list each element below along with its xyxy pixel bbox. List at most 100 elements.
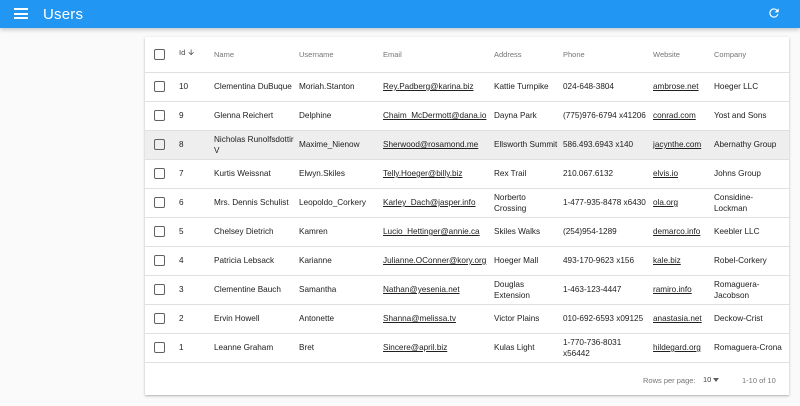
row-select-cell (145, 217, 179, 247)
cell-website: conrad.com (653, 101, 714, 131)
select-all-cell (145, 37, 179, 73)
cell-name: Mrs. Dennis Schulist (214, 188, 299, 218)
select-all-checkbox[interactable] (154, 48, 165, 60)
cell-company: Yost and Sons (714, 101, 789, 131)
cell-website: demarco.info (653, 217, 714, 247)
cell-phone: 493-170-9623 x156 (563, 246, 653, 276)
cell-company: Hoeger LLC (714, 72, 789, 102)
cell-email: Rey.Padberg@karina.biz (383, 72, 494, 102)
row-checkbox[interactable] (154, 313, 165, 325)
website-link[interactable]: elvis.io (653, 169, 678, 178)
cell-id: 7 (179, 159, 214, 189)
cell-username: Elwyn.Skiles (299, 159, 383, 189)
row-checkbox[interactable] (154, 226, 165, 238)
email-link[interactable]: Rey.Padberg@karina.biz (383, 82, 474, 91)
row-select-cell (145, 304, 179, 334)
email-link[interactable]: Lucio_Hettinger@annie.ca (383, 227, 480, 236)
website-link[interactable]: hildegard.org (653, 343, 701, 352)
cell-id: 10 (179, 72, 214, 102)
email-link[interactable]: Julianne.OConner@kory.org (383, 256, 486, 265)
email-link[interactable]: Nathan@yesenia.net (383, 285, 460, 294)
column-header-address[interactable]: Address (494, 37, 563, 73)
cell-id: 4 (179, 246, 214, 276)
cell-email: Chaim_McDermott@dana.io (383, 101, 494, 131)
cell-website: anastasia.net (653, 304, 714, 334)
cell-website: ola.org (653, 188, 714, 218)
cell-company: Robel-Corkery (714, 246, 789, 276)
website-link[interactable]: ola.org (653, 198, 678, 207)
row-checkbox[interactable] (154, 110, 165, 122)
column-header-username[interactable]: Username (299, 37, 383, 73)
table-row[interactable]: 1 Leanne Graham Bret Sincere@april.biz Kulas… (145, 333, 789, 363)
cell-id: 9 (179, 101, 214, 131)
app-bar: Users (0, 0, 800, 28)
email-link[interactable]: Chaim_McDermott@dana.io (383, 111, 486, 120)
cell-name: Ervin Howell (214, 304, 299, 334)
table-row[interactable]: 2 Ervin Howell Antonette Shanna@melissa.tv V… (145, 304, 789, 334)
cell-username: Leopoldo_Corkery (299, 188, 383, 218)
column-header-website[interactable]: Website (653, 37, 714, 73)
cell-phone: 1-477-935-8478 x6430 (563, 188, 653, 218)
cell-email: Karley_Dach@jasper.info (383, 188, 494, 218)
website-link[interactable]: ramiro.info (653, 285, 692, 294)
table-row[interactable]: 8 Nicholas Runolfsdottir V Maxime_Nienow Sh… (145, 130, 789, 160)
cell-address: Kulas Light (494, 333, 563, 363)
cell-address: Hoeger Mall (494, 246, 563, 276)
cell-phone: (254)954-1289 (563, 217, 653, 247)
cell-address: Skiles Walks (494, 217, 563, 247)
row-checkbox[interactable] (154, 342, 165, 354)
cell-phone: 1-463-123-4447 (563, 275, 653, 305)
column-header-id[interactable]: Id 🡫 (179, 37, 214, 73)
cell-website: jacynthe.com (653, 130, 714, 160)
column-header-phone[interactable]: Phone (563, 37, 653, 73)
column-header-email[interactable]: Email (383, 37, 494, 73)
website-link[interactable]: demarco.info (653, 227, 700, 236)
cell-username: Bret (299, 333, 383, 363)
menu-icon[interactable] (14, 8, 28, 19)
cell-phone: 586.493.6943 x140 (563, 130, 653, 160)
column-header-name[interactable]: Name (214, 37, 299, 73)
email-link[interactable]: Shanna@melissa.tv (383, 314, 456, 323)
email-link[interactable]: Karley_Dach@jasper.info (383, 198, 476, 207)
table-pagination: Rows per page: 10 1-10 of 10 (145, 367, 789, 395)
website-link[interactable]: jacynthe.com (653, 140, 701, 149)
cell-address: Ellsworth Summit (494, 130, 563, 160)
row-checkbox[interactable] (154, 168, 165, 180)
table-row[interactable]: 9 Glenna Reichert Delphine Chaim_McDermott@… (145, 101, 789, 131)
website-link[interactable]: anastasia.net (653, 314, 702, 323)
rows-per-page-select[interactable]: 10 (703, 375, 720, 384)
table-row[interactable]: 4 Patricia Lebsack Karianne Julianne.OConne… (145, 246, 789, 276)
row-checkbox[interactable] (154, 255, 165, 267)
cell-website: ramiro.info (653, 275, 714, 305)
row-checkbox[interactable] (154, 284, 165, 296)
table-row[interactable]: 10 Clementina DuBuque Moriah.Stanton Rey.Pa… (145, 72, 789, 102)
cell-name: Leanne Graham (214, 333, 299, 363)
arrow-down-icon[interactable]: 🡫 (188, 48, 194, 57)
refresh-icon[interactable] (767, 6, 781, 20)
cell-username: Samantha (299, 275, 383, 305)
column-header-company[interactable]: Company (714, 37, 789, 73)
table-row[interactable]: 7 Kurtis Weissnat Elwyn.Skiles Telly.Hoeger… (145, 159, 789, 189)
email-link[interactable]: Sincere@april.biz (383, 343, 447, 352)
cell-website: hildegard.org (653, 333, 714, 363)
cell-email: Shanna@melissa.tv (383, 304, 494, 334)
email-link[interactable]: Sherwood@rosamond.me (383, 140, 478, 149)
cell-company: Romaguera-Crona (714, 333, 789, 363)
cell-username: Moriah.Stanton (299, 72, 383, 102)
row-checkbox[interactable] (154, 81, 165, 93)
email-link[interactable]: Telly.Hoeger@billy.biz (383, 169, 462, 178)
cell-username: Maxime_Nienow (299, 130, 383, 160)
table-row[interactable]: 6 Mrs. Dennis Schulist Leopoldo_Corkery Kar… (145, 188, 789, 218)
row-checkbox[interactable] (154, 139, 165, 151)
table-row[interactable]: 5 Chelsey Dietrich Kamren Lucio_Hettinger@a… (145, 217, 789, 247)
cell-id: 5 (179, 217, 214, 247)
website-link[interactable]: conrad.com (653, 111, 696, 120)
website-link[interactable]: kale.biz (653, 256, 681, 265)
website-link[interactable]: ambrose.net (653, 82, 699, 91)
cell-email: Nathan@yesenia.net (383, 275, 494, 305)
cell-name: Glenna Reichert (214, 101, 299, 131)
cell-address: Dayna Park (494, 101, 563, 131)
row-checkbox[interactable] (154, 197, 165, 209)
rows-per-page-label: Rows per page: (643, 376, 696, 385)
table-row[interactable]: 3 Clementine Bauch Samantha Nathan@yesenia.… (145, 275, 789, 305)
